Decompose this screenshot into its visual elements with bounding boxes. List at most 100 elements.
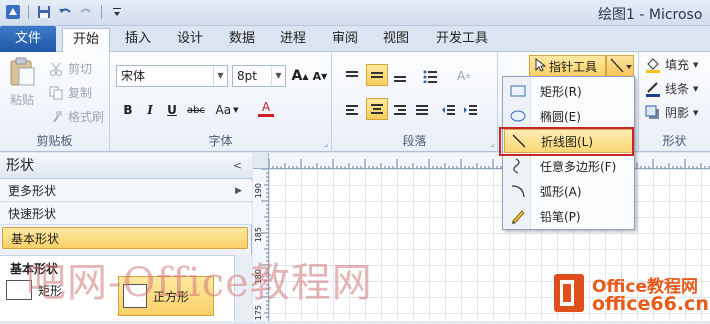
menu-item-pencil[interactable]: 铅笔(P) bbox=[504, 204, 634, 228]
font-group-label: 字体 bbox=[208, 134, 233, 148]
paste-icon bbox=[8, 56, 36, 89]
shrink-arrow-icon: ▼ bbox=[321, 71, 328, 81]
dialog-launcher-icon[interactable]: ⌟ bbox=[490, 139, 494, 148]
customize-toolbar-icon[interactable] bbox=[108, 3, 126, 21]
menu-item-ellipse[interactable]: 椭圆(E) bbox=[504, 104, 634, 128]
shape-group-label: 形状 bbox=[662, 134, 687, 148]
pen-line-icon bbox=[645, 81, 661, 97]
ruler-label: 190 bbox=[254, 183, 263, 199]
save-icon[interactable] bbox=[35, 3, 53, 21]
fill-button[interactable]: 填充 ▼ bbox=[645, 56, 698, 73]
quick-access-toolbar bbox=[4, 3, 126, 21]
divider bbox=[28, 5, 29, 19]
chevron-down-icon: ▼ bbox=[693, 60, 699, 69]
collapse-panel-icon[interactable]: < bbox=[233, 153, 242, 179]
tab-design[interactable]: 设计 bbox=[168, 28, 212, 52]
shadow-button[interactable]: 阴影 ▼ bbox=[645, 104, 698, 121]
tab-file[interactable]: 文件 bbox=[0, 26, 56, 52]
tab-data[interactable]: 数据 bbox=[220, 28, 264, 52]
shrink-font-button[interactable]: A ▼ bbox=[310, 66, 330, 86]
logo-line2: office66.cn bbox=[592, 293, 709, 315]
font-group: 宋体 ▼ 8pt ▼ A ▲ A ▼ B I U abc Aa ▼ A 字体 ⌟ bbox=[110, 52, 332, 152]
drawing-tools-dropdown[interactable] bbox=[606, 55, 634, 77]
chevron-down-icon: ▼ bbox=[693, 108, 699, 117]
align-right-icon[interactable] bbox=[390, 100, 410, 120]
line-button[interactable]: 线条 ▼ bbox=[645, 80, 698, 97]
shapes-panel-header: 形状 < bbox=[0, 153, 252, 179]
font-color-swatch bbox=[258, 113, 274, 117]
text-effects-icon[interactable]: A ± bbox=[454, 66, 474, 86]
align-center-icon[interactable] bbox=[366, 98, 388, 120]
line-tool-icon bbox=[610, 58, 632, 73]
chevron-down-icon: ▼ bbox=[271, 66, 285, 86]
align-bottom-icon[interactable] bbox=[390, 66, 410, 86]
font-name-select[interactable]: 宋体 ▼ bbox=[116, 65, 228, 87]
clipboard-group-label: 剪贴板 bbox=[36, 134, 73, 148]
font-color-button[interactable]: A bbox=[252, 98, 280, 118]
undo-icon[interactable] bbox=[56, 3, 74, 21]
align-left-icon[interactable] bbox=[342, 100, 362, 120]
shadow-icon bbox=[645, 105, 661, 121]
tab-developer[interactable]: 开发工具 bbox=[430, 28, 494, 52]
paste-button[interactable]: 粘贴 bbox=[8, 56, 36, 108]
paragraph-group: A ± 段落 ⌟ bbox=[332, 52, 498, 152]
ellipse-icon bbox=[504, 109, 532, 123]
basic-shapes-item[interactable]: 基本形状 bbox=[2, 227, 248, 249]
ruler-corner bbox=[253, 153, 269, 169]
align-middle-icon[interactable] bbox=[366, 64, 388, 86]
freeform-icon bbox=[504, 158, 532, 174]
shape-group: 填充 ▼ 线条 ▼ 阴影 ▼ 形状 bbox=[638, 52, 710, 152]
scissors-icon bbox=[48, 61, 64, 77]
increase-indent-icon[interactable] bbox=[460, 100, 480, 120]
font-size-select[interactable]: 8pt ▼ bbox=[232, 65, 286, 87]
window-title: 绘图1 - Microso bbox=[598, 7, 703, 23]
underline-button[interactable]: U bbox=[162, 100, 182, 120]
quick-shapes-item[interactable]: 快速形状 bbox=[0, 203, 252, 225]
chevron-right-icon: ▶ bbox=[235, 186, 242, 196]
chevron-down-icon: ▼ bbox=[213, 66, 227, 86]
justify-icon[interactable] bbox=[412, 100, 432, 120]
pencil-icon bbox=[504, 208, 532, 224]
cut-button[interactable]: 剪切 bbox=[48, 60, 92, 77]
copy-button[interactable]: 复制 bbox=[48, 84, 92, 101]
divider bbox=[101, 5, 102, 19]
tab-view[interactable]: 视图 bbox=[374, 28, 418, 52]
grow-arrow-icon: ▲ bbox=[302, 71, 309, 81]
arc-icon bbox=[504, 183, 532, 199]
grow-font-button[interactable]: A ▲ bbox=[290, 66, 310, 86]
menu-item-freeform[interactable]: 任意多边形(F) bbox=[504, 154, 634, 178]
strikethrough-button[interactable]: abc bbox=[184, 100, 208, 120]
format-painter-button[interactable]: 格式刷 bbox=[48, 108, 104, 125]
office-logo-watermark: Office教程网 office66.cn bbox=[552, 268, 709, 318]
brush-icon bbox=[48, 109, 64, 125]
copy-icon bbox=[48, 85, 64, 101]
tab-insert[interactable]: 插入 bbox=[116, 28, 160, 52]
clipboard-group: 粘贴 剪切 复制 格式刷 剪贴板 bbox=[0, 52, 110, 152]
pointer-icon bbox=[534, 57, 547, 75]
bullets-icon[interactable] bbox=[420, 66, 440, 86]
paint-bucket-icon bbox=[645, 57, 661, 73]
redo-icon[interactable] bbox=[77, 3, 95, 21]
menu-item-arc[interactable]: 弧形(A) bbox=[504, 179, 634, 203]
decrease-indent-icon[interactable] bbox=[438, 100, 458, 120]
tab-home[interactable]: 开始 bbox=[62, 28, 110, 53]
menu-item-rectangle[interactable]: 矩形(R) bbox=[504, 79, 634, 103]
italic-button[interactable]: I bbox=[140, 100, 160, 120]
app-icon[interactable] bbox=[4, 3, 22, 21]
tab-review[interactable]: 审阅 bbox=[323, 28, 367, 52]
bold-button[interactable]: B bbox=[118, 100, 138, 120]
rectangle-icon bbox=[504, 84, 532, 98]
align-top-icon[interactable] bbox=[342, 66, 362, 86]
change-case-button[interactable]: Aa ▼ bbox=[212, 100, 242, 120]
ruler-label: 185 bbox=[254, 227, 263, 243]
watermark-text: 吧网-Office教程网 bbox=[26, 260, 373, 306]
more-shapes-item[interactable]: 更多形状 ▶ bbox=[0, 180, 252, 202]
title-bar: 绘图1 - Microso bbox=[0, 0, 710, 26]
pointer-tool-button[interactable]: 指针工具 bbox=[529, 55, 606, 77]
ribbon-tabs: 文件 开始 插入 设计 数据 进程 审阅 视图 开发工具 bbox=[0, 26, 710, 53]
dialog-launcher-icon[interactable]: ⌟ bbox=[324, 139, 328, 148]
tab-process[interactable]: 进程 bbox=[271, 28, 315, 52]
chevron-down-icon: ▼ bbox=[233, 106, 239, 114]
callout-highlight-box bbox=[499, 127, 634, 156]
horizontal-ruler bbox=[268, 153, 710, 169]
